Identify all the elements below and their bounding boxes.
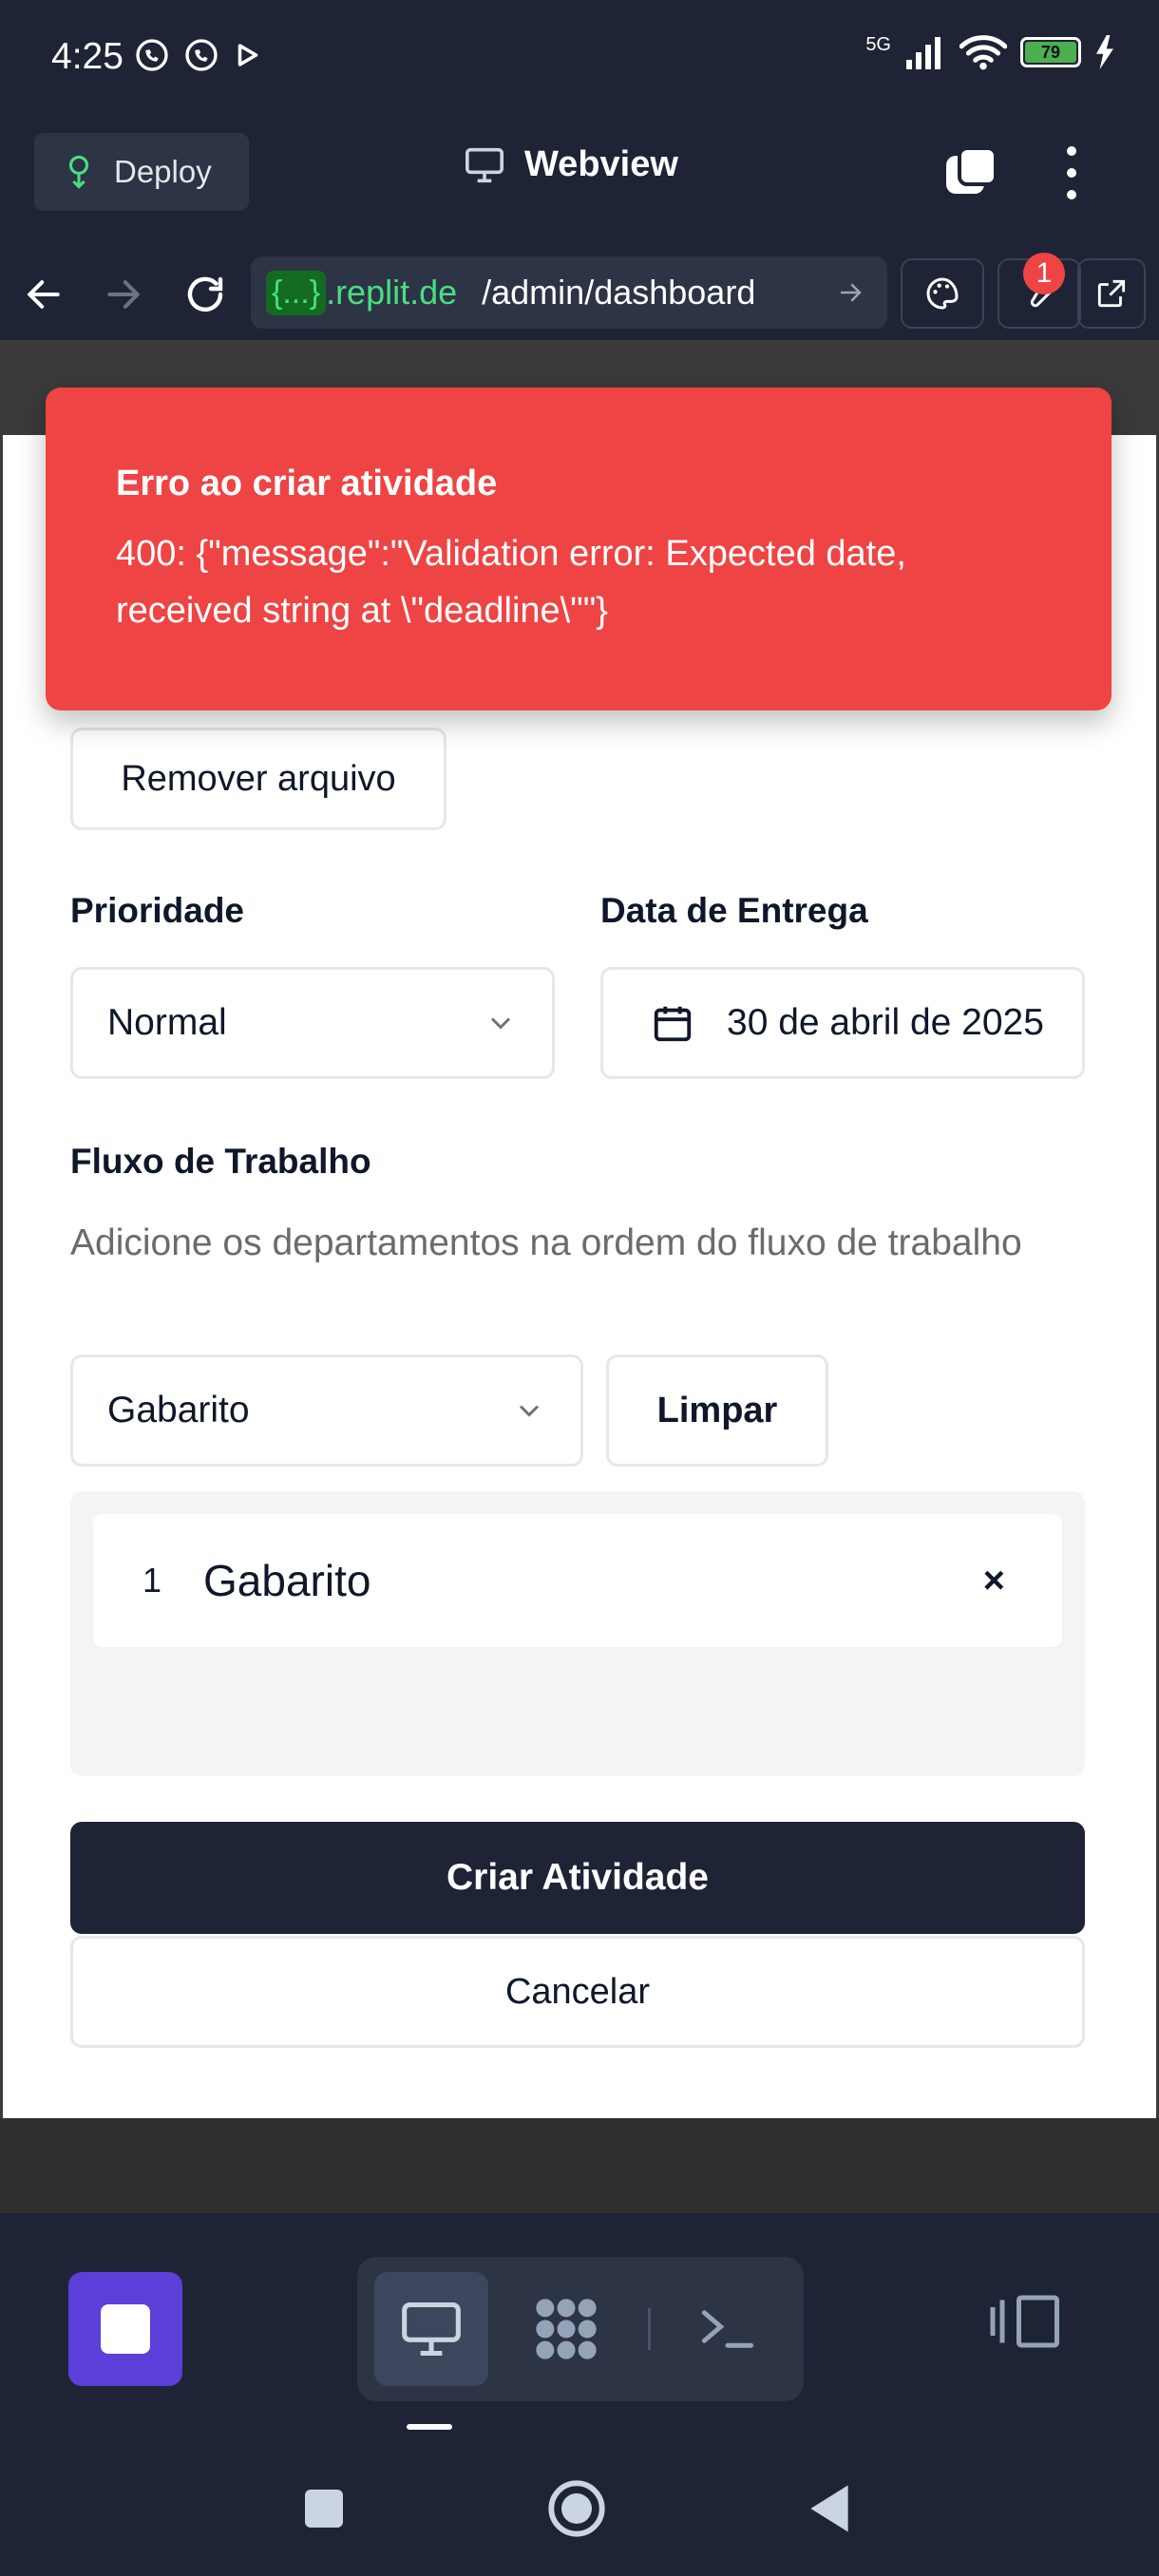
deploy-label: Deploy xyxy=(114,154,212,189)
deploy-button[interactable]: Deploy xyxy=(34,133,249,211)
webview-title-text: Webview xyxy=(524,144,678,184)
deploy-icon xyxy=(68,155,89,189)
chevron-down-icon xyxy=(490,1017,511,1030)
deadline-label: Data de Entrega xyxy=(600,891,868,930)
wifi-icon xyxy=(960,35,1007,70)
workflow-hint: Adicione os departamentos na ordem do fl… xyxy=(70,1222,1022,1263)
status-time: 4:25 xyxy=(51,36,124,77)
department-select-value: Gabarito xyxy=(107,1390,250,1430)
url-badge: {...} xyxy=(266,270,327,315)
battery-level: 79 xyxy=(1025,42,1076,63)
monitor-icon xyxy=(466,147,504,182)
play-store-icon xyxy=(238,44,258,66)
error-toast: Erro ao criar atividade 400: {"message":… xyxy=(46,388,1112,710)
grid-dots-icon xyxy=(536,2299,597,2359)
monitor-icon xyxy=(402,2301,461,2357)
back-nav-icon[interactable] xyxy=(796,2475,863,2542)
clear-workflow-button[interactable]: Limpar xyxy=(606,1354,828,1467)
priority-label: Prioridade xyxy=(70,891,244,930)
webview-title: Webview xyxy=(464,144,678,185)
calendar-icon xyxy=(654,1006,692,1042)
signal-icon xyxy=(906,37,940,69)
reload-icon[interactable] xyxy=(179,268,232,321)
network-type: 5G xyxy=(865,34,891,55)
tabs-icon xyxy=(946,146,998,194)
create-activity-button[interactable]: Criar Atividade xyxy=(70,1822,1085,1934)
url-domain: .replit.de xyxy=(326,273,458,312)
switcher-divider xyxy=(648,2308,651,2350)
more-menu-icon[interactable] xyxy=(1054,142,1089,203)
url-path: /admin/dashboard xyxy=(482,273,756,312)
priority-select[interactable]: Normal xyxy=(70,967,555,1079)
home-indicator xyxy=(407,2424,452,2430)
apps-tab[interactable] xyxy=(509,2272,623,2386)
workflow-item-name: Gabarito xyxy=(203,1556,371,1605)
status-system-icons: 5G 79 xyxy=(865,34,1115,70)
back-icon[interactable] xyxy=(17,268,70,321)
status-notification-icons xyxy=(133,36,264,74)
shell-tab[interactable] xyxy=(671,2272,785,2386)
chevron-down-icon xyxy=(519,1405,540,1417)
deadline-value: 30 de abril de 2025 xyxy=(727,1002,1044,1043)
department-select[interactable]: Gabarito xyxy=(70,1354,583,1467)
layout-toggle-icon[interactable] xyxy=(988,2293,1064,2355)
notification-badge: 1 xyxy=(1023,253,1065,294)
toast-message: 400: {"message":"Validation error: Expec… xyxy=(116,534,906,631)
stop-button[interactable] xyxy=(68,2272,182,2386)
recent-apps-icon[interactable] xyxy=(291,2475,357,2542)
webview-tab[interactable] xyxy=(374,2272,488,2386)
terminal-icon xyxy=(701,2310,754,2348)
forward-icon[interactable] xyxy=(97,268,150,321)
open-external-button[interactable] xyxy=(1077,258,1146,329)
remove-workflow-item-button[interactable]: × xyxy=(983,1560,1005,1602)
workflow-item-order: 1 xyxy=(142,1561,162,1600)
battery-icon: 79 xyxy=(1020,37,1081,67)
charging-icon xyxy=(1096,35,1113,69)
workflow-item: 1 Gabarito × xyxy=(93,1514,1062,1647)
external-link-icon xyxy=(1097,279,1126,308)
deadline-date-picker[interactable]: 30 de abril de 2025 xyxy=(600,967,1085,1079)
cancel-button[interactable]: Cancelar xyxy=(70,1936,1085,2048)
palette-icon xyxy=(926,277,959,310)
priority-value: Normal xyxy=(107,1002,227,1043)
home-icon[interactable] xyxy=(543,2475,610,2542)
theme-button[interactable] xyxy=(901,258,984,329)
toast-title: Erro ao criar atividade xyxy=(116,464,498,503)
whatsapp-icon xyxy=(136,39,168,71)
url-field[interactable]: {...} .replit.de /admin/dashboard xyxy=(251,256,887,329)
whatsapp-icon xyxy=(185,39,218,71)
webview-overlay-bottom xyxy=(0,2118,1159,2213)
workflow-label: Fluxo de Trabalho xyxy=(70,1142,371,1181)
stop-icon xyxy=(101,2304,150,2354)
remove-file-button[interactable]: Remover arquivo xyxy=(70,728,446,830)
arrow-right-icon[interactable] xyxy=(836,278,864,307)
tabs-button[interactable] xyxy=(940,142,1001,203)
